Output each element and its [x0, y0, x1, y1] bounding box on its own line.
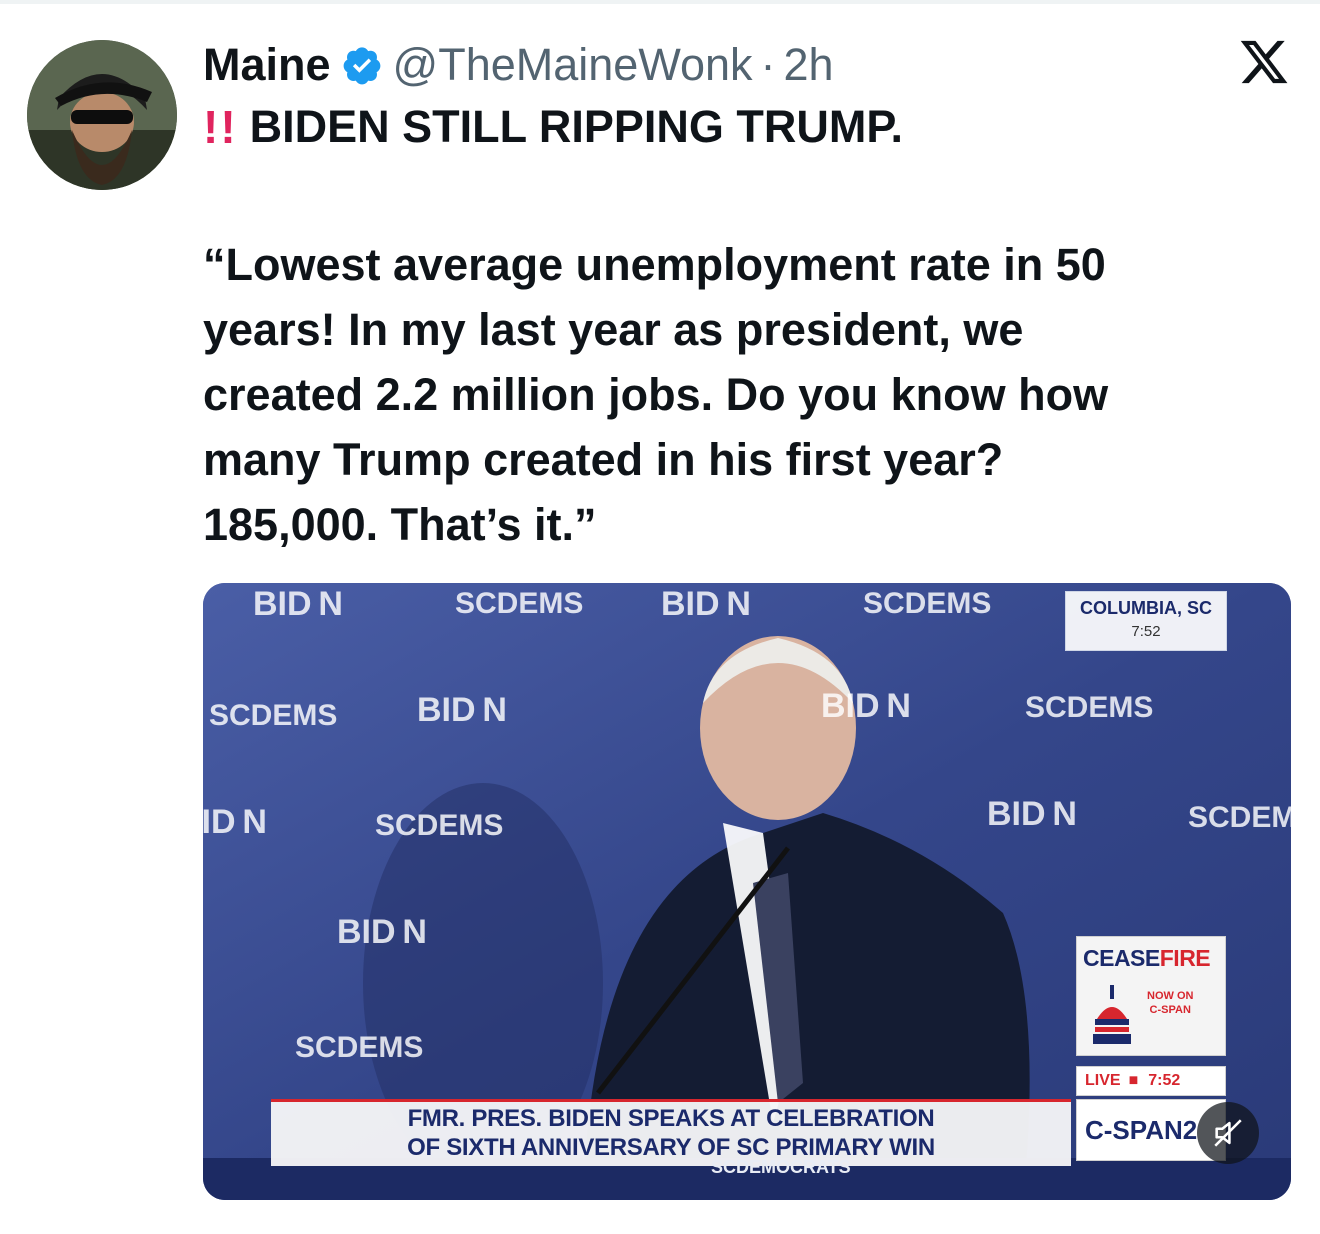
backdrop-text: BID N	[821, 687, 911, 725]
display-name[interactable]: Maine	[203, 39, 331, 91]
backdrop-text: BID N	[987, 795, 1077, 833]
double-exclamation-icon: !!	[203, 101, 238, 153]
live-dot-icon: ■	[1128, 1072, 1139, 1089]
ceasefire-promo: CEASEFIRE NOW ON C-SPAN	[1076, 936, 1226, 1056]
avatar[interactable]	[27, 40, 177, 190]
tweet-text-line: created 2.2 million jobs. Do you know ho…	[203, 369, 1109, 420]
location-clock: 7:52	[1131, 623, 1161, 640]
location-overlay: COLUMBIA, SC 7:52	[1065, 591, 1227, 651]
tweet-text-line: many Trump created in his first year?	[203, 434, 1004, 485]
capitol-icon	[1093, 985, 1131, 1044]
backdrop-text: BID N	[337, 913, 427, 951]
backdrop-text: SCDEMS	[295, 1031, 424, 1064]
tweet-headline: !! BIDEN STILL RIPPING TRUMP.	[203, 100, 903, 154]
speaker-muted-icon	[1214, 1119, 1242, 1147]
verified-badge-icon	[343, 47, 380, 85]
now-on-label: NOW ON C-SPAN	[1147, 989, 1193, 1017]
backdrop-text: BID N	[661, 585, 751, 623]
ceasefire-word: CEASE	[1083, 945, 1160, 971]
top-divider	[0, 0, 1320, 4]
backdrop-text: SCDEMS	[375, 809, 504, 842]
timestamp[interactable]: 2h	[784, 39, 834, 91]
x-logo-icon	[1240, 40, 1288, 84]
chyron-line-2: OF SIXTH ANNIVERSARY OF SC PRIMARY WIN	[407, 1134, 935, 1161]
backdrop-text: SCDEMS	[1188, 801, 1291, 834]
now-on-line: C-SPAN	[1149, 1004, 1191, 1016]
tweet-header: Maine @TheMaineWonk · 2h	[203, 36, 834, 94]
backdrop-text: BID N	[203, 803, 267, 841]
podium-sign: SCDEMOCRATS	[711, 1157, 851, 1177]
chyron-line-1: FMR. PRES. BIDEN SPEAKS AT CELEBRATION	[407, 1105, 935, 1132]
now-on-line: NOW ON	[1147, 990, 1194, 1002]
backdrop-text: SCDEMS	[863, 587, 992, 620]
backdrop-text: SCDEMS	[455, 587, 584, 620]
headline-text: BIDEN STILL RIPPING TRUMP.	[249, 101, 904, 152]
separator-dot: ·	[760, 39, 776, 90]
tweet-text-line: years! In my last year as president, we	[203, 304, 1024, 355]
mute-button[interactable]	[1197, 1102, 1259, 1164]
live-clock: 7:52	[1148, 1072, 1181, 1089]
tweet-text-line: “Lowest average unemployment rate in 50	[203, 239, 1106, 290]
bearded-man-avatar-icon	[27, 40, 177, 190]
backdrop-text: SCDEMS	[1025, 691, 1154, 724]
live-label: LIVE	[1085, 1072, 1121, 1089]
backdrop-text: BID N	[417, 691, 507, 729]
backdrop-text: BID N	[253, 585, 343, 623]
fire-word: FIRE	[1159, 945, 1211, 971]
live-indicator: LIVE ■ 7:52	[1076, 1066, 1226, 1096]
tweet-text: “Lowest average unemployment rate in 50 …	[203, 232, 1293, 557]
backdrop-text: SCDEMS	[209, 699, 338, 732]
ceasefire-title: CEASEFIRE	[1083, 945, 1211, 972]
location-city: COLUMBIA, SC	[1080, 598, 1212, 618]
news-chyron: FMR. PRES. BIDEN SPEAKS AT CELEBRATION O…	[271, 1099, 1071, 1166]
network-name: C-SPAN2	[1085, 1114, 1198, 1145]
tweet-text-line: 185,000. That’s it.”	[203, 499, 597, 550]
user-handle[interactable]: @TheMaineWonk	[393, 39, 753, 91]
video-player[interactable]: BID N SCDEMS BID N SCDEMS SCDEMS BID N B…	[203, 583, 1291, 1200]
